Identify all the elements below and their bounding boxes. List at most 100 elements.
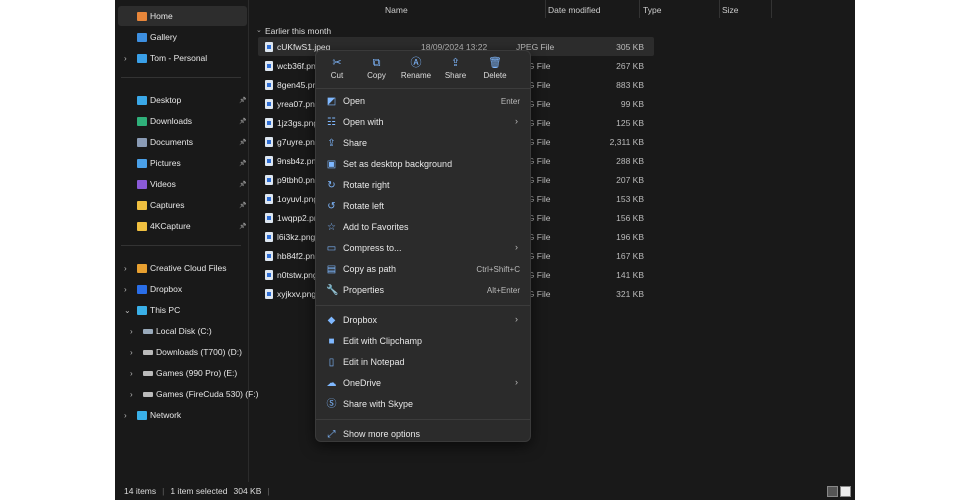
menu-item-add-to-favorites[interactable]: ☆ Add to Favorites: [320, 217, 526, 238]
column-divider[interactable]: [719, 0, 720, 18]
file-size: 267 KB: [616, 61, 644, 71]
column-divider[interactable]: [639, 0, 640, 18]
shortcut-text: Enter: [500, 97, 520, 106]
tiles-view-button[interactable]: [840, 486, 851, 497]
image-file-icon: [265, 175, 273, 185]
view-toggle: [827, 486, 851, 497]
menu-item-label: Open with: [343, 117, 384, 127]
sidebar-item-gallery[interactable]: Gallery: [115, 27, 247, 47]
drive-icon: [143, 370, 153, 376]
chevron-right-icon[interactable]: ›: [124, 264, 127, 273]
more-options-icon: ⤢: [327, 429, 336, 440]
sidebar-item-tom-personal[interactable]: › Tom - Personal: [115, 48, 247, 68]
menu-separator: [316, 305, 530, 306]
chevron-right-icon: ›: [515, 377, 518, 387]
sidebar-item-network[interactable]: › Network: [115, 405, 247, 425]
chevron-right-icon[interactable]: ›: [124, 285, 127, 294]
file-size: 196 KB: [616, 232, 644, 242]
menu-item-open-with[interactable]: ☷ Open with ›: [320, 112, 526, 133]
compress-icon: ▭: [326, 243, 337, 254]
menu-item-set-as-desktop-background[interactable]: ▣ Set as desktop background: [320, 154, 526, 175]
chevron-right-icon[interactable]: ›: [130, 327, 133, 336]
toolbar-share-button[interactable]: ⇪ Share: [436, 55, 476, 91]
chevron-right-icon[interactable]: ›: [130, 390, 133, 399]
menu-item-compress-to[interactable]: ▭ Compress to... ›: [320, 238, 526, 259]
column-header-name[interactable]: Name: [385, 5, 408, 15]
sidebar-item-label: Gallery: [150, 32, 177, 42]
menu-separator: [316, 88, 530, 89]
toolbar-rename-button[interactable]: Ⓐ Rename: [396, 55, 436, 91]
toolbar-copy-button[interactable]: ⧉ Copy: [357, 55, 397, 91]
sidebar-divider: [121, 245, 241, 246]
menu-item-edit-in-notepad[interactable]: ▯ Edit in Notepad: [320, 352, 526, 373]
menu-item-share-with-skype[interactable]: Ⓢ Share with Skype: [320, 394, 526, 415]
desktop-folder-icon: [137, 95, 147, 105]
sidebar-item-creative-cloud-files[interactable]: › Creative Cloud Files: [115, 258, 247, 278]
pin-icon: 📌: [239, 202, 247, 209]
sidebar-item-label: 4KCapture: [150, 221, 191, 231]
sidebar-item-local-disk-c-[interactable]: › Local Disk (C:): [115, 321, 247, 341]
chevron-right-icon[interactable]: ›: [130, 369, 133, 378]
menu-item-share[interactable]: ⇪ Share: [320, 133, 526, 154]
group-header[interactable]: Earlier this month: [265, 26, 331, 36]
menu-item-label: Share: [343, 138, 368, 148]
chevron-right-icon[interactable]: ›: [124, 54, 127, 63]
menu-item-label: Share with Skype: [343, 399, 414, 409]
open-with-icon: ☷: [327, 117, 336, 128]
chevron-right-icon[interactable]: ›: [124, 411, 127, 420]
sidebar-item-label: Dropbox: [150, 284, 183, 294]
sidebar-item-desktop[interactable]: Desktop 📌: [115, 90, 247, 110]
sidebar-item-dropbox[interactable]: › Dropbox: [115, 279, 247, 299]
shortcut-text: Alt+Enter: [486, 286, 520, 295]
file-size: 153 KB: [616, 194, 644, 204]
menu-item-open[interactable]: ◩ Open Enter: [320, 91, 526, 112]
menu-item-rotate-right[interactable]: ↻ Rotate right: [320, 175, 526, 196]
group-chevron-icon[interactable]: ⌄: [256, 26, 262, 34]
toolbar-delete-button[interactable]: 🗑 Delete: [475, 55, 515, 91]
file-size: 167 KB: [616, 251, 644, 261]
sidebar-item-pictures[interactable]: Pictures 📌: [115, 153, 247, 173]
image-file-icon: [265, 156, 273, 166]
image-file-icon: [265, 61, 273, 71]
menu-item-label: Add to Favorites: [343, 222, 409, 232]
sidebar-item-games-990-pro-e-[interactable]: › Games (990 Pro) (E:): [115, 363, 247, 383]
sidebar-item-downloads[interactable]: Downloads 📌: [115, 111, 247, 131]
sidebar-item-videos[interactable]: Videos 📌: [115, 174, 247, 194]
onedrive-icon: ☁: [326, 378, 337, 389]
image-file-icon: [265, 251, 273, 261]
sidebar-item-this-pc[interactable]: ⌄ This PC: [115, 300, 247, 320]
chevron-right-icon[interactable]: ›: [130, 348, 133, 357]
column-header-date[interactable]: Date modified: [548, 5, 600, 15]
column-header-type[interactable]: Type: [643, 5, 661, 15]
rotate-right-icon: ↻: [327, 180, 336, 191]
column-header-size[interactable]: Size: [722, 5, 739, 15]
context-menu: ✂ Cut ⧉ Copy Ⓐ Rename ⇪ Share 🗑 Delete ◩ Open Enter ☷…: [315, 50, 531, 442]
sidebar-item-games-firecuda-530-f-[interactable]: › Games (FireCuda 530) (F:): [115, 384, 259, 404]
menu-item-dropbox[interactable]: ◆ Dropbox ›: [320, 310, 526, 331]
home-icon: [137, 11, 147, 21]
sidebar-item-captures[interactable]: Captures 📌: [115, 195, 247, 215]
menu-item-properties[interactable]: 🔧 Properties Alt+Enter: [320, 280, 526, 301]
chevron-down-icon[interactable]: ⌄: [124, 306, 131, 315]
cut-icon: ✂: [332, 57, 342, 69]
details-view-button[interactable]: [827, 486, 838, 497]
gallery-icon: [137, 32, 147, 42]
menu-item-label: Copy as path: [343, 264, 397, 274]
sidebar-item-label: Network: [150, 410, 182, 420]
sidebar-item-downloads-t700-d-[interactable]: › Downloads (T700) (D:): [115, 342, 247, 362]
sidebar-item-4kcapture[interactable]: 4KCapture 📌: [115, 216, 247, 236]
menu-item-show-more-options[interactable]: ⤢ Show more options: [320, 424, 526, 445]
rotate-left-icon: ↺: [327, 201, 336, 212]
sidebar-item-label: Captures: [150, 200, 185, 210]
toolbar-cut-button[interactable]: ✂ Cut: [317, 55, 357, 91]
desktop-background-icon: ▣: [326, 159, 337, 170]
column-divider[interactable]: [545, 0, 546, 18]
menu-item-copy-as-path[interactable]: ▤ Copy as path Ctrl+Shift+C: [320, 259, 526, 280]
sidebar-item-documents[interactable]: Documents 📌: [115, 132, 247, 152]
file-name: 1oyuvl.png: [277, 194, 319, 204]
sidebar-item-home[interactable]: Home: [118, 6, 247, 26]
menu-item-rotate-left[interactable]: ↺ Rotate left: [320, 196, 526, 217]
menu-item-edit-with-clipchamp[interactable]: ■ Edit with Clipchamp: [320, 331, 526, 352]
column-divider[interactable]: [771, 0, 772, 18]
menu-item-onedrive[interactable]: ☁ OneDrive ›: [320, 373, 526, 394]
